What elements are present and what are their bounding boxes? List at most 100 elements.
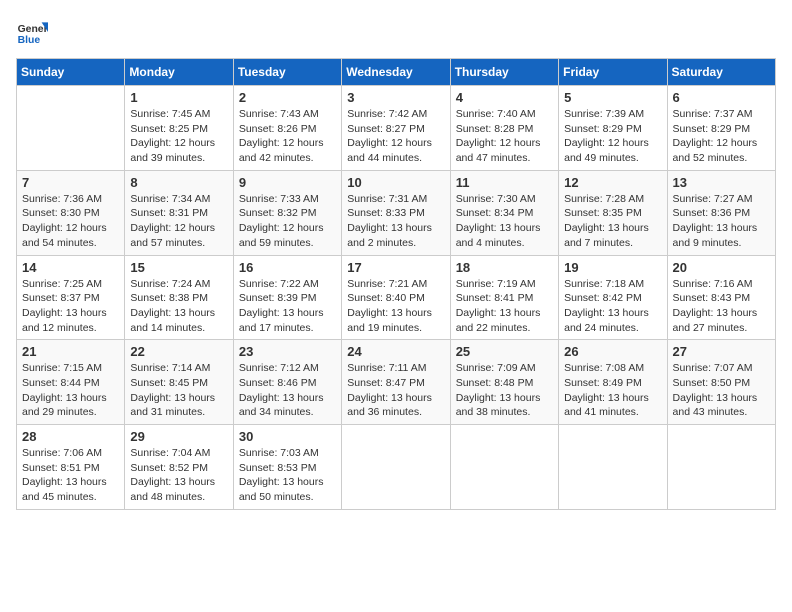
day-number: 11 [456, 175, 553, 190]
day-info: Sunrise: 7:28 AMSunset: 8:35 PMDaylight:… [564, 192, 661, 251]
calendar-cell: 28 Sunrise: 7:06 AMSunset: 8:51 PMDayligh… [17, 425, 125, 510]
header: General Blue [16, 16, 776, 48]
day-info: Sunrise: 7:19 AMSunset: 8:41 PMDaylight:… [456, 277, 553, 336]
calendar-cell: 22 Sunrise: 7:14 AMSunset: 8:45 PMDayligh… [125, 340, 233, 425]
day-number: 13 [673, 175, 770, 190]
day-number: 6 [673, 90, 770, 105]
column-header-tuesday: Tuesday [233, 59, 341, 86]
day-number: 30 [239, 429, 336, 444]
calendar-cell: 19 Sunrise: 7:18 AMSunset: 8:42 PMDayligh… [559, 255, 667, 340]
calendar-cell: 10 Sunrise: 7:31 AMSunset: 8:33 PMDayligh… [342, 170, 450, 255]
day-number: 26 [564, 344, 661, 359]
calendar-cell: 26Sunrise: 7:08 AMSunset: 8:49 PMDayligh… [559, 340, 667, 425]
calendar-cell: 25 Sunrise: 7:09 AMSunset: 8:48 PMDayligh… [450, 340, 558, 425]
calendar-cell [450, 425, 558, 510]
day-number: 2 [239, 90, 336, 105]
day-number: 28 [22, 429, 119, 444]
day-number: 8 [130, 175, 227, 190]
calendar-cell: 21 Sunrise: 7:15 AMSunset: 8:44 PMDayligh… [17, 340, 125, 425]
column-header-thursday: Thursday [450, 59, 558, 86]
logo: General Blue [16, 16, 52, 48]
calendar-cell: 8 Sunrise: 7:34 AMSunset: 8:31 PMDaylight… [125, 170, 233, 255]
day-number: 5 [564, 90, 661, 105]
day-info: Sunrise: 7:03 AMSunset: 8:53 PMDaylight:… [239, 446, 336, 505]
day-info: Sunrise: 7:34 AMSunset: 8:31 PMDaylight:… [130, 192, 227, 251]
day-number: 12 [564, 175, 661, 190]
day-number: 20 [673, 260, 770, 275]
calendar-cell: 4 Sunrise: 7:40 AMSunset: 8:28 PMDaylight… [450, 86, 558, 171]
calendar-cell: 16 Sunrise: 7:22 AMSunset: 8:39 PMDayligh… [233, 255, 341, 340]
day-number: 7 [22, 175, 119, 190]
calendar-cell: 27Sunrise: 7:07 AMSunset: 8:50 PMDayligh… [667, 340, 775, 425]
calendar-cell [342, 425, 450, 510]
calendar-cell: 13 Sunrise: 7:27 AMSunset: 8:36 PMDayligh… [667, 170, 775, 255]
day-number: 21 [22, 344, 119, 359]
calendar-table: SundayMondayTuesdayWednesdayThursdayFrid… [16, 58, 776, 510]
calendar-cell: 3 Sunrise: 7:42 AMSunset: 8:27 PMDaylight… [342, 86, 450, 171]
day-info: Sunrise: 7:43 AMSunset: 8:26 PMDaylight:… [239, 107, 336, 166]
calendar-cell: 23 Sunrise: 7:12 AMSunset: 8:46 PMDayligh… [233, 340, 341, 425]
calendar-cell: 30 Sunrise: 7:03 AMSunset: 8:53 PMDayligh… [233, 425, 341, 510]
day-info: Sunrise: 7:36 AMSunset: 8:30 PMDaylight:… [22, 192, 119, 251]
calendar-cell: 15Sunrise: 7:24 AMSunset: 8:38 PMDayligh… [125, 255, 233, 340]
column-header-saturday: Saturday [667, 59, 775, 86]
svg-text:General: General [18, 24, 48, 35]
day-info: Sunrise: 7:15 AMSunset: 8:44 PMDaylight:… [22, 361, 119, 420]
day-info: Sunrise: 7:18 AMSunset: 8:42 PMDaylight:… [564, 277, 661, 336]
day-number: 24 [347, 344, 444, 359]
week-row-1: 1Sunrise: 7:45 AMSunset: 8:25 PMDaylight… [17, 86, 776, 171]
calendar-cell: 14Sunrise: 7:25 AMSunset: 8:37 PMDayligh… [17, 255, 125, 340]
calendar-cell [559, 425, 667, 510]
day-number: 22 [130, 344, 227, 359]
day-info: Sunrise: 7:07 AMSunset: 8:50 PMDaylight:… [673, 361, 770, 420]
calendar-cell: 12 Sunrise: 7:28 AMSunset: 8:35 PMDayligh… [559, 170, 667, 255]
day-info: Sunrise: 7:06 AMSunset: 8:51 PMDaylight:… [22, 446, 119, 505]
column-header-sunday: Sunday [17, 59, 125, 86]
day-number: 10 [347, 175, 444, 190]
header-row: SundayMondayTuesdayWednesdayThursdayFrid… [17, 59, 776, 86]
day-info: Sunrise: 7:14 AMSunset: 8:45 PMDaylight:… [130, 361, 227, 420]
day-info: Sunrise: 7:33 AMSunset: 8:32 PMDaylight:… [239, 192, 336, 251]
column-header-wednesday: Wednesday [342, 59, 450, 86]
day-number: 3 [347, 90, 444, 105]
calendar-cell: 7 Sunrise: 7:36 AMSunset: 8:30 PMDaylight… [17, 170, 125, 255]
day-info: Sunrise: 7:42 AMSunset: 8:27 PMDaylight:… [347, 107, 444, 166]
day-info: Sunrise: 7:04 AMSunset: 8:52 PMDaylight:… [130, 446, 227, 505]
day-info: Sunrise: 7:16 AMSunset: 8:43 PMDaylight:… [673, 277, 770, 336]
calendar-cell: 2 Sunrise: 7:43 AMSunset: 8:26 PMDaylight… [233, 86, 341, 171]
day-info: Sunrise: 7:31 AMSunset: 8:33 PMDaylight:… [347, 192, 444, 251]
day-info: Sunrise: 7:45 AMSunset: 8:25 PMDaylight:… [130, 107, 227, 166]
calendar-cell: 5Sunrise: 7:39 AMSunset: 8:29 PMDaylight… [559, 86, 667, 171]
calendar-cell: 29Sunrise: 7:04 AMSunset: 8:52 PMDayligh… [125, 425, 233, 510]
day-info: Sunrise: 7:27 AMSunset: 8:36 PMDaylight:… [673, 192, 770, 251]
day-number: 19 [564, 260, 661, 275]
day-number: 16 [239, 260, 336, 275]
week-row-3: 14Sunrise: 7:25 AMSunset: 8:37 PMDayligh… [17, 255, 776, 340]
calendar-cell: 6 Sunrise: 7:37 AMSunset: 8:29 PMDaylight… [667, 86, 775, 171]
svg-text:Blue: Blue [18, 35, 41, 46]
day-number: 15 [130, 260, 227, 275]
week-row-5: 28 Sunrise: 7:06 AMSunset: 8:51 PMDayligh… [17, 425, 776, 510]
calendar-cell: 18Sunrise: 7:19 AMSunset: 8:41 PMDayligh… [450, 255, 558, 340]
calendar-cell: 24 Sunrise: 7:11 AMSunset: 8:47 PMDayligh… [342, 340, 450, 425]
logo-icon: General Blue [16, 16, 48, 48]
day-info: Sunrise: 7:40 AMSunset: 8:28 PMDaylight:… [456, 107, 553, 166]
day-number: 17 [347, 260, 444, 275]
day-info: Sunrise: 7:22 AMSunset: 8:39 PMDaylight:… [239, 277, 336, 336]
day-number: 4 [456, 90, 553, 105]
column-header-friday: Friday [559, 59, 667, 86]
calendar-cell: 11Sunrise: 7:30 AMSunset: 8:34 PMDayligh… [450, 170, 558, 255]
day-number: 9 [239, 175, 336, 190]
week-row-2: 7 Sunrise: 7:36 AMSunset: 8:30 PMDaylight… [17, 170, 776, 255]
day-number: 23 [239, 344, 336, 359]
day-info: Sunrise: 7:12 AMSunset: 8:46 PMDaylight:… [239, 361, 336, 420]
column-header-monday: Monday [125, 59, 233, 86]
week-row-4: 21 Sunrise: 7:15 AMSunset: 8:44 PMDayligh… [17, 340, 776, 425]
day-info: Sunrise: 7:09 AMSunset: 8:48 PMDaylight:… [456, 361, 553, 420]
calendar-cell [17, 86, 125, 171]
day-number: 25 [456, 344, 553, 359]
calendar-cell: 20 Sunrise: 7:16 AMSunset: 8:43 PMDayligh… [667, 255, 775, 340]
day-info: Sunrise: 7:37 AMSunset: 8:29 PMDaylight:… [673, 107, 770, 166]
day-info: Sunrise: 7:11 AMSunset: 8:47 PMDaylight:… [347, 361, 444, 420]
calendar-cell: 17Sunrise: 7:21 AMSunset: 8:40 PMDayligh… [342, 255, 450, 340]
